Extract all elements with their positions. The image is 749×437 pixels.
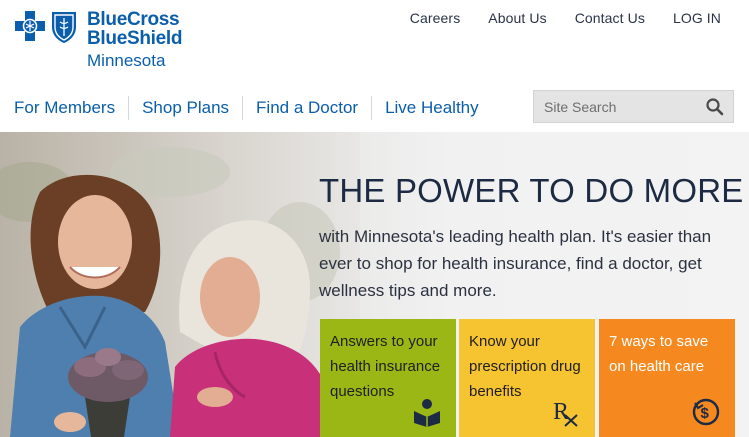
- nav-find-a-doctor[interactable]: Find a Doctor: [242, 96, 371, 120]
- tile-health-insurance-questions[interactable]: Answers to your health insurance questio…: [320, 319, 456, 437]
- search-icon[interactable]: [705, 97, 725, 117]
- bcbs-logo-icon: [15, 11, 76, 43]
- nav-for-members[interactable]: For Members: [0, 96, 128, 120]
- site-search: [533, 90, 734, 123]
- contact-us-link[interactable]: Contact Us: [575, 10, 645, 26]
- nav-shop-plans[interactable]: Shop Plans: [128, 96, 242, 120]
- search-input[interactable]: [534, 91, 704, 122]
- rx-icon: R: [553, 399, 578, 427]
- tile-prescription-benefits[interactable]: Know your prescription drug benefits R: [459, 319, 595, 437]
- log-in-link[interactable]: LOG IN: [673, 10, 721, 26]
- hero-subtext: with Minnesota's leading health plan. It…: [319, 227, 712, 300]
- tile-label: Know your prescription drug benefits: [469, 333, 581, 400]
- tile-label: 7 ways to save on health care: [609, 333, 709, 375]
- svg-text:R: R: [553, 399, 569, 425]
- tile-ways-to-save[interactable]: 7 ways to save on health care $: [599, 319, 735, 437]
- main-nav: For Members Shop Plans Find a Doctor Liv…: [0, 95, 492, 121]
- careers-link[interactable]: Careers: [410, 10, 461, 26]
- brand-line-2: BlueShield: [87, 28, 183, 49]
- brand-line-1: BlueCross: [87, 9, 180, 30]
- hero-headline: THE POWER TO DO MORE: [319, 172, 744, 209]
- utility-nav: Careers About Us Contact Us LOG IN: [382, 10, 721, 26]
- nav-live-healthy[interactable]: Live Healthy: [371, 96, 492, 120]
- dollar-cycle-icon: $: [692, 398, 720, 426]
- bcbs-logo-link[interactable]: BlueCross BlueShield Minnesota: [14, 8, 214, 72]
- brand-state: Minnesota: [87, 51, 166, 70]
- book-reader-icon: [414, 399, 440, 427]
- site-header: BlueCross BlueShield Minnesota Careers A…: [0, 0, 749, 132]
- hero-banner: THE POWER TO DO MORE with Minnesota's le…: [0, 132, 749, 437]
- tile-label: Answers to your health insurance questio…: [330, 333, 441, 400]
- about-us-link[interactable]: About Us: [488, 10, 546, 26]
- hero-photo-two-women-with-plant: [0, 132, 360, 437]
- svg-text:$: $: [701, 405, 710, 422]
